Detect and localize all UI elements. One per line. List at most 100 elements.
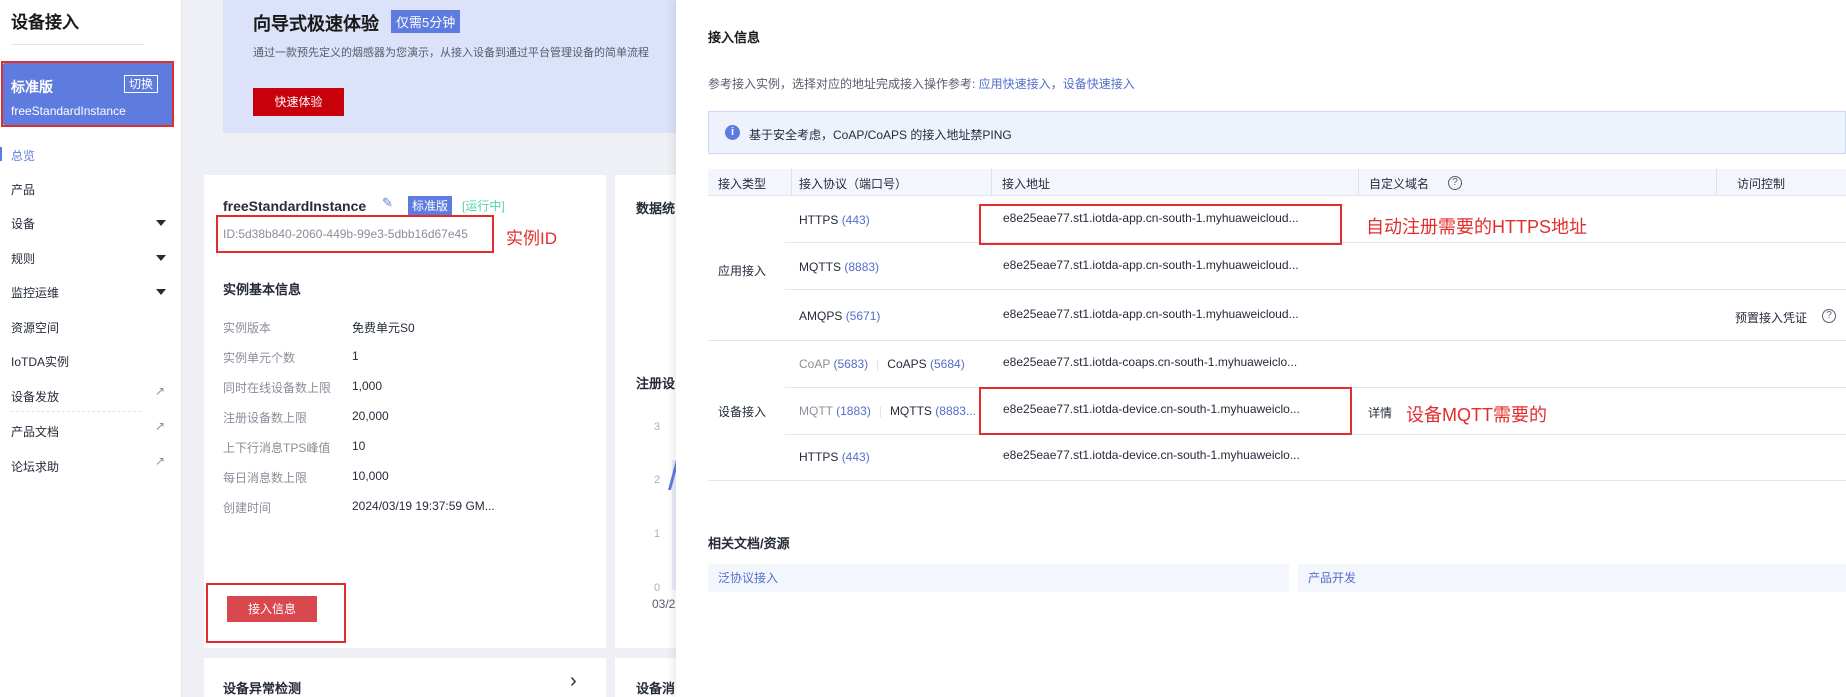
- external-link-icon: ↗: [155, 454, 166, 468]
- sidebar-item-devices[interactable]: 设备: [11, 215, 35, 232]
- protocol-name: HTTPS: [799, 450, 839, 464]
- y-tick-label: 3: [654, 421, 661, 433]
- protocol-name: MQTT: [799, 404, 833, 418]
- chevron-right-icon[interactable]: ›: [570, 670, 577, 693]
- y-tick-label: 0: [654, 582, 661, 594]
- sidebar-item-rules[interactable]: 规则: [11, 250, 35, 267]
- sidebar-item-iotda-instance[interactable]: IoTDA实例: [11, 353, 69, 370]
- info-value: 20,000: [352, 409, 389, 423]
- protocol-port: (443): [841, 213, 870, 227]
- info-value: 免费单元S0: [352, 321, 415, 335]
- preset-credential-link[interactable]: 预置接入凭证: [1735, 309, 1807, 326]
- divider: [708, 195, 1846, 196]
- protocol-port: (5683): [833, 357, 869, 371]
- divider: [11, 44, 144, 45]
- access-address[interactable]: e8e25eae77.st1.iotda-device.cn-south-1.m…: [1003, 448, 1300, 462]
- help-icon[interactable]: ?: [1816, 308, 1836, 323]
- divider: [991, 169, 992, 195]
- info-value: 10,000: [352, 469, 389, 483]
- chevron-down-icon[interactable]: [156, 220, 166, 226]
- sidebar-item-overview[interactable]: 总览: [11, 147, 35, 164]
- sidebar-item-provisioning[interactable]: 设备发放: [11, 388, 59, 405]
- doc-link-protocol-access[interactable]: 泛协议接入: [708, 564, 1289, 592]
- sidebar-title: 设备接入: [11, 13, 79, 32]
- table-row-app-mqtts: MQTTS (8883): [799, 260, 879, 274]
- y-tick-label: 1: [654, 528, 661, 540]
- sidebar-item-monitoring[interactable]: 监控运维: [11, 284, 59, 301]
- access-address[interactable]: e8e25eae77.st1.iotda-device.cn-south-1.m…: [1003, 402, 1300, 416]
- quick-experience-button[interactable]: 快速体验: [253, 88, 344, 116]
- status-badge: [运行中]: [462, 199, 505, 213]
- instance-edition: 标准版: [11, 79, 53, 95]
- protocol-name: CoAPS: [887, 357, 927, 371]
- instance-id: ID:5d38b840-2060-449b-99e3-5dbb16d67e45: [223, 227, 468, 241]
- annotation-https: 自动注册需要的HTTPS地址: [1366, 217, 1588, 237]
- table-row-device-coap: CoAP (5683) | CoAPS (5684): [799, 357, 965, 371]
- sidebar-item-product-docs[interactable]: 产品文档: [11, 423, 59, 440]
- external-link-icon: ↗: [155, 384, 166, 398]
- protocol-port: (1883): [836, 404, 871, 418]
- info-label: 注册设备数上限: [223, 411, 308, 425]
- info-label: 实例单元个数: [223, 351, 296, 365]
- doc-link-product-dev[interactable]: 产品开发: [1298, 564, 1846, 592]
- device-message-card: 设备消: [615, 658, 676, 697]
- reference-text: 参考接入实例，选择对应的地址完成接入操作参考: 应用快速接入，设备快速接入: [708, 75, 1135, 92]
- instance-name: freeStandardInstance: [11, 104, 126, 118]
- info-value: 10: [352, 439, 366, 453]
- sidebar: 设备接入 标准版 切换 freeStandardInstance 总览 产品 设…: [0, 0, 182, 697]
- divider: [1716, 169, 1717, 195]
- instance-selector[interactable]: 标准版 切换 freeStandardInstance: [3, 63, 173, 125]
- divider: [1358, 169, 1359, 195]
- protocol-port: (443): [841, 450, 870, 464]
- divider: [785, 242, 1846, 243]
- app-quick-access-link[interactable]: 应用快速接入: [979, 77, 1051, 91]
- sidebar-item-forum[interactable]: 论坛求助: [11, 458, 59, 475]
- sidebar-item-products[interactable]: 产品: [11, 181, 35, 198]
- sidebar-item-resource-space[interactable]: 资源空间: [11, 319, 59, 336]
- instance-name: freeStandardInstance: [223, 198, 367, 214]
- access-address[interactable]: e8e25eae77.st1.iotda-app.cn-south-1.myhu…: [1003, 258, 1299, 272]
- quick-experience-banner: 向导式极速体验 仅需5分钟 通过一款预先定义的烟感器为您演示，从接入设备到通过平…: [223, 0, 676, 133]
- detail-link[interactable]: 详情: [1368, 404, 1392, 421]
- access-address[interactable]: e8e25eae77.st1.iotda-coaps.cn-south-1.my…: [1003, 355, 1297, 369]
- device-quick-access-link[interactable]: 设备快速接入: [1063, 77, 1135, 91]
- switch-instance-button[interactable]: 切换: [124, 75, 159, 93]
- x-tick-label: 03/2: [652, 597, 676, 611]
- table-row-app-https: HTTPS (443): [799, 213, 870, 227]
- column-header: 接入类型: [718, 177, 767, 191]
- access-info-button[interactable]: 接入信息: [227, 596, 317, 622]
- edit-icon[interactable]: ✎: [382, 195, 393, 211]
- access-info-drawer: 接入信息 参考接入实例，选择对应的地址完成接入操作参考: 应用快速接入，设备快速…: [676, 0, 1846, 697]
- info-label: 实例版本: [223, 321, 272, 335]
- basic-info-title: 实例基本信息: [223, 282, 302, 297]
- y-tick-label: 2: [654, 474, 661, 486]
- divider: [785, 387, 1846, 388]
- card-title: 数据统: [636, 201, 676, 216]
- register-stats-card: 注册设 3 2 1 0 03/2: [615, 345, 680, 648]
- abnormal-detection-card[interactable]: 设备异常检测 ›: [204, 658, 606, 697]
- reference-prefix: 参考接入实例，选择对应的地址完成接入操作参考:: [708, 77, 979, 91]
- info-text: 基于安全考虑，CoAP/CoAPS 的接入地址禁PING: [749, 128, 1012, 142]
- chevron-down-icon[interactable]: [156, 289, 166, 295]
- access-address[interactable]: e8e25eae77.st1.iotda-app.cn-south-1.myhu…: [1003, 211, 1299, 225]
- protocol-name: MQTTS: [889, 404, 932, 418]
- chevron-down-icon[interactable]: [156, 255, 166, 261]
- info-value: 1,000: [352, 379, 383, 393]
- protocol-name: AMQPS: [799, 309, 843, 323]
- drawer-title: 接入信息: [708, 30, 761, 45]
- divider: [791, 169, 792, 195]
- divider: [708, 480, 1846, 481]
- docs-title: 相关文档/资源: [708, 536, 790, 551]
- group-label-app: 应用接入: [718, 264, 767, 278]
- access-address[interactable]: e8e25eae77.st1.iotda-app.cn-south-1.myhu…: [1003, 307, 1299, 321]
- divider: [11, 411, 141, 412]
- column-header: 自定义域名: [1369, 177, 1430, 191]
- external-link-icon: ↗: [155, 419, 166, 433]
- reference-separator: ，: [1050, 77, 1063, 91]
- table-row-device-mqtt: MQTT (1883) | MQTTS (8883...: [799, 404, 976, 418]
- help-icon[interactable]: ?: [1442, 175, 1462, 190]
- card-title: 设备异常检测: [223, 681, 302, 696]
- info-label: 同时在线设备数上限: [223, 381, 332, 395]
- active-indicator: [0, 147, 2, 161]
- banner-title: 向导式极速体验: [253, 14, 379, 34]
